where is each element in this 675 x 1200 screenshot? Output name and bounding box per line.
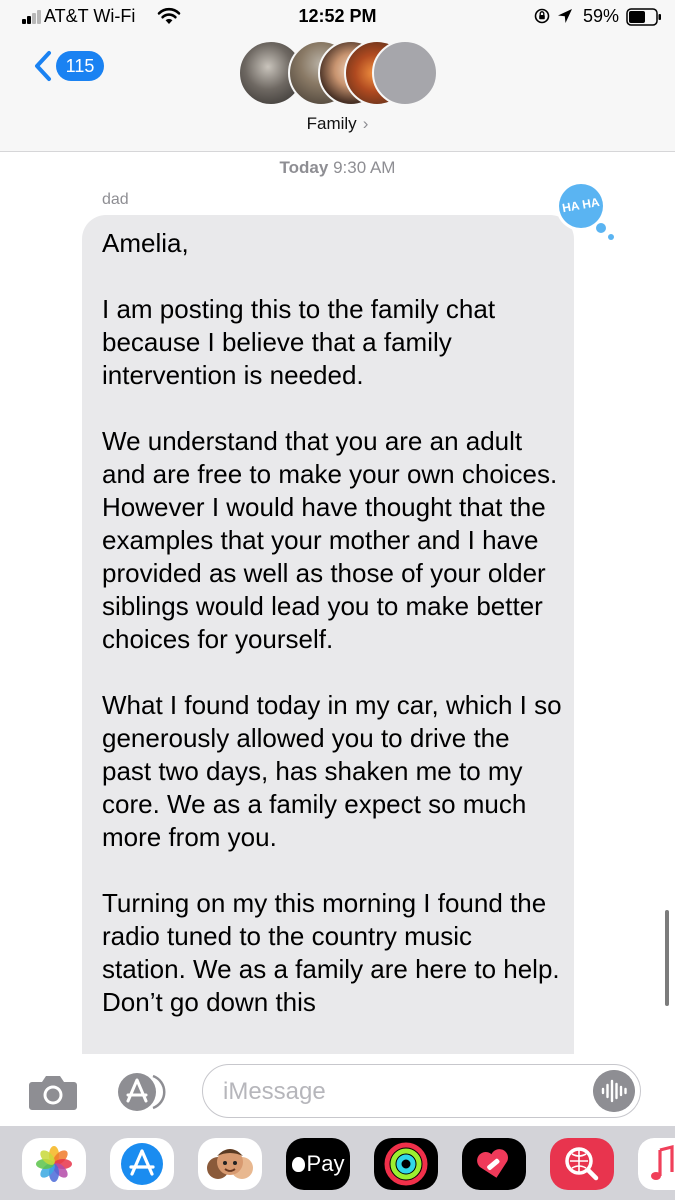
avatar-member-5[interactable] (372, 40, 438, 106)
audio-message-icon[interactable] (593, 1070, 635, 1112)
camera-icon[interactable] (28, 1073, 78, 1111)
app-store-app-icon[interactable] (110, 1138, 174, 1190)
location-arrow-icon (558, 9, 572, 23)
back-chevron-icon[interactable] (32, 50, 54, 82)
group-name-label: Family (306, 114, 357, 133)
orientation-lock-icon (534, 8, 550, 24)
unread-count-badge[interactable]: 115 (56, 51, 104, 81)
message-paragraph: Turning on my this morning I found the r… (102, 888, 560, 1017)
battery-icon (626, 8, 661, 26)
group-name-button[interactable]: Family › (0, 114, 675, 134)
imessage-input[interactable]: iMessage (202, 1064, 641, 1118)
messages-screen: AT&T Wi-Fi 12:52 PM 59% 115 Family › Tod… (0, 0, 675, 1200)
conversation-header: AT&T Wi-Fi 12:52 PM 59% 115 Family › (0, 0, 675, 152)
scroll-indicator[interactable] (665, 910, 669, 1006)
message-paragraph: What I found today in my car, which I so… (102, 690, 562, 852)
memoji-app-icon[interactable] (198, 1138, 262, 1190)
activity-app-icon[interactable] (374, 1138, 438, 1190)
imessage-placeholder: iMessage (223, 1078, 326, 1105)
message-paragraph: I am posting this to the family chat bec… (102, 294, 496, 390)
haha-tapback-icon[interactable]: HA HA (553, 180, 623, 242)
apple-logo-icon (291, 1157, 305, 1172)
heart-sticker-app-icon[interactable] (462, 1138, 526, 1190)
status-bar: AT&T Wi-Fi 12:52 PM 59% (0, 0, 675, 34)
apple-pay-label: Pay (306, 1151, 345, 1176)
message-timestamp: Today 9:30 AM (0, 158, 675, 178)
message-paragraph: We understand that you are an adult and … (102, 426, 558, 654)
music-app-icon[interactable] (638, 1138, 675, 1190)
battery-percentage: 59% (583, 6, 620, 26)
timestamp-time: 9:30 AM (333, 158, 396, 177)
chevron-right-icon: › (362, 114, 369, 133)
photos-app-icon[interactable] (22, 1138, 86, 1190)
message-text: Amelia, I am posting this to the family … (102, 227, 562, 1019)
apple-pay-app-icon[interactable]: Pay (286, 1138, 350, 1190)
web-search-app-icon[interactable] (550, 1138, 614, 1190)
app-store-drawer-icon[interactable] (113, 1071, 171, 1113)
timestamp-day: Today (279, 158, 329, 177)
sender-name: dad (102, 191, 129, 208)
message-paragraph: Amelia, (102, 228, 189, 258)
